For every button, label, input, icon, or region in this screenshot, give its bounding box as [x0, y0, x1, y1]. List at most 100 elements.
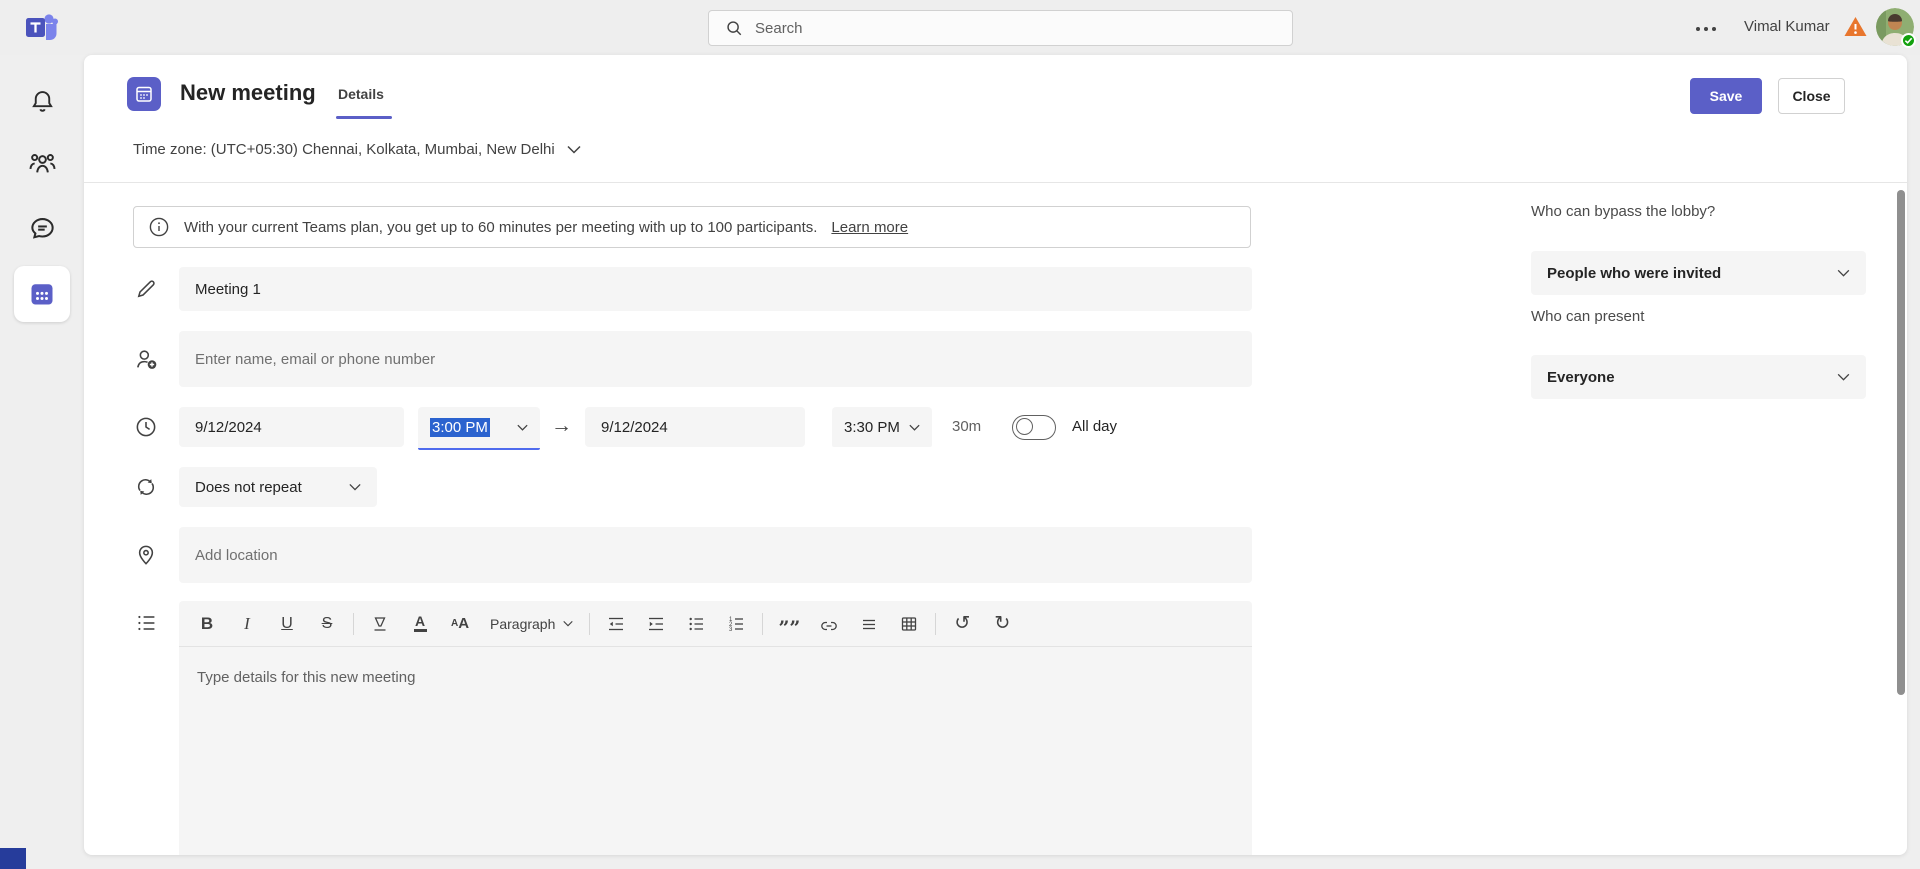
- repeat-dropdown[interactable]: Does not repeat: [179, 467, 377, 507]
- font-color-button[interactable]: A: [406, 608, 434, 640]
- insert-table-button[interactable]: [895, 608, 923, 640]
- toolbar-separator: [762, 612, 764, 635]
- indent-button[interactable]: [642, 608, 670, 640]
- presence-available-badge: [1901, 33, 1916, 48]
- insert-link-button[interactable]: [815, 608, 843, 640]
- link-icon: [821, 621, 838, 630]
- toolbar-separator: [935, 612, 937, 635]
- close-button[interactable]: Close: [1778, 78, 1845, 114]
- warning-icon[interactable]: [1843, 15, 1868, 38]
- search-icon: [727, 21, 742, 36]
- arrow-right-icon: →: [551, 414, 572, 437]
- bullet-list-button[interactable]: [682, 608, 710, 640]
- timezone-selector[interactable]: Time zone: (UTC+05:30) Chennai, Kolkata,…: [133, 141, 581, 158]
- page-title: New meeting: [180, 80, 316, 105]
- sidebar-item-teams[interactable]: [0, 150, 84, 178]
- teams-logo-icon: [26, 14, 58, 40]
- toolbar-separator: [589, 612, 591, 635]
- svg-text:3: 3: [729, 627, 733, 633]
- background-window-fragment: [0, 848, 26, 869]
- redo-button[interactable]: ↻: [988, 608, 1016, 640]
- end-date-input[interactable]: [585, 407, 805, 447]
- plan-info-text: With your current Teams plan, you get up…: [184, 218, 818, 236]
- chevron-down-icon: [1837, 373, 1850, 381]
- toggle-knob: [1016, 418, 1033, 435]
- meeting-title-field[interactable]: [179, 267, 1252, 311]
- chevron-down-icon: [349, 483, 361, 491]
- learn-more-link[interactable]: Learn more: [831, 219, 908, 236]
- paragraph-style-dropdown[interactable]: Paragraph: [486, 608, 577, 640]
- vertical-scrollbar[interactable]: [1897, 190, 1905, 695]
- chevron-down-icon: [909, 424, 920, 431]
- highlight-button[interactable]: [366, 608, 394, 640]
- chevron-down-icon: [567, 145, 581, 154]
- outdent-button[interactable]: [602, 608, 630, 640]
- indent-icon: [649, 617, 664, 630]
- description-placeholder[interactable]: Type details for this new meeting: [179, 647, 1252, 708]
- chevron-down-icon: [563, 620, 574, 627]
- more-options-button[interactable]: [1692, 18, 1720, 40]
- calendar-icon: [31, 284, 53, 305]
- avatar[interactable]: [1876, 8, 1916, 48]
- undo-button[interactable]: ↺: [948, 608, 976, 640]
- clock-icon: [136, 417, 156, 437]
- numbered-list-icon: 1 2 3: [729, 617, 744, 633]
- chat-icon: [30, 218, 54, 239]
- info-icon: [149, 217, 169, 237]
- tab-details[interactable]: Details: [338, 86, 384, 102]
- bullet-list-icon: [689, 617, 704, 630]
- lobby-label: Who can bypass the lobby?: [1531, 203, 1716, 220]
- tab-active-underline: [336, 116, 392, 119]
- people-group-icon: [28, 154, 56, 173]
- location-field[interactable]: [179, 527, 1252, 583]
- attendees-input[interactable]: [179, 331, 1252, 387]
- person-add-icon: [137, 350, 157, 369]
- all-day-toggle[interactable]: [1012, 415, 1056, 440]
- highlighter-icon: [374, 616, 386, 631]
- attendees-field[interactable]: [179, 331, 1252, 387]
- save-button[interactable]: Save: [1690, 78, 1762, 114]
- start-time-dropdown[interactable]: 3:00 PM: [418, 407, 540, 450]
- editor-toolbar: B I U S A A A Paragraph 1 2 3 ”” ↺ ↻: [179, 601, 1252, 647]
- all-day-label: All day: [1072, 418, 1118, 435]
- lobby-value: People who were invited: [1547, 264, 1722, 282]
- bell-icon: [31, 91, 53, 112]
- timezone-label: Time zone: (UTC+05:30) Chennai, Kolkata,…: [133, 141, 555, 158]
- end-time-dropdown[interactable]: 3:30 PM: [832, 407, 932, 447]
- description-editor: B I U S A A A Paragraph 1 2 3 ”” ↺ ↻ Typ…: [179, 601, 1252, 855]
- repeat-icon: [137, 479, 155, 495]
- bold-button[interactable]: B: [193, 608, 221, 640]
- datetime-row: 3:00 PM → 3:30 PM 30m All day: [179, 407, 1252, 451]
- horizontal-rule-button[interactable]: [855, 608, 883, 640]
- sidebar-item-activity[interactable]: [0, 88, 84, 115]
- meeting-title-input[interactable]: [179, 267, 1252, 311]
- repeat-value: Does not repeat: [195, 478, 302, 496]
- start-date-field[interactable]: [179, 407, 404, 447]
- blockquote-button[interactable]: ””: [775, 608, 803, 640]
- pencil-icon: [137, 280, 155, 298]
- strikethrough-button[interactable]: S: [313, 608, 341, 640]
- location-pin-icon: [138, 545, 154, 565]
- present-value: Everyone: [1547, 368, 1615, 386]
- start-date-input[interactable]: [179, 407, 404, 447]
- agenda-list-icon: [138, 615, 155, 631]
- numbered-list-button[interactable]: 1 2 3: [722, 608, 750, 640]
- end-time-value: 3:30 PM: [844, 418, 900, 436]
- lobby-dropdown[interactable]: People who were invited: [1531, 251, 1866, 295]
- search-input[interactable]: Search: [708, 10, 1293, 46]
- sidebar-item-chat[interactable]: [0, 214, 84, 243]
- app-rail: [0, 55, 84, 869]
- location-input[interactable]: [179, 527, 1252, 583]
- italic-button[interactable]: I: [233, 608, 261, 640]
- font-size-button[interactable]: A A: [446, 608, 474, 640]
- table-icon: [902, 616, 917, 631]
- sidebar-item-calendar-active[interactable]: [14, 266, 70, 322]
- outdent-icon: [609, 617, 624, 630]
- end-date-field[interactable]: [585, 407, 805, 447]
- user-name: Vimal Kumar: [1744, 18, 1830, 35]
- present-dropdown[interactable]: Everyone: [1531, 355, 1866, 399]
- present-label: Who can present: [1531, 308, 1645, 325]
- top-bar: Search Vimal Kumar: [0, 0, 1920, 55]
- header-divider: [84, 182, 1907, 183]
- underline-button[interactable]: U: [273, 608, 301, 640]
